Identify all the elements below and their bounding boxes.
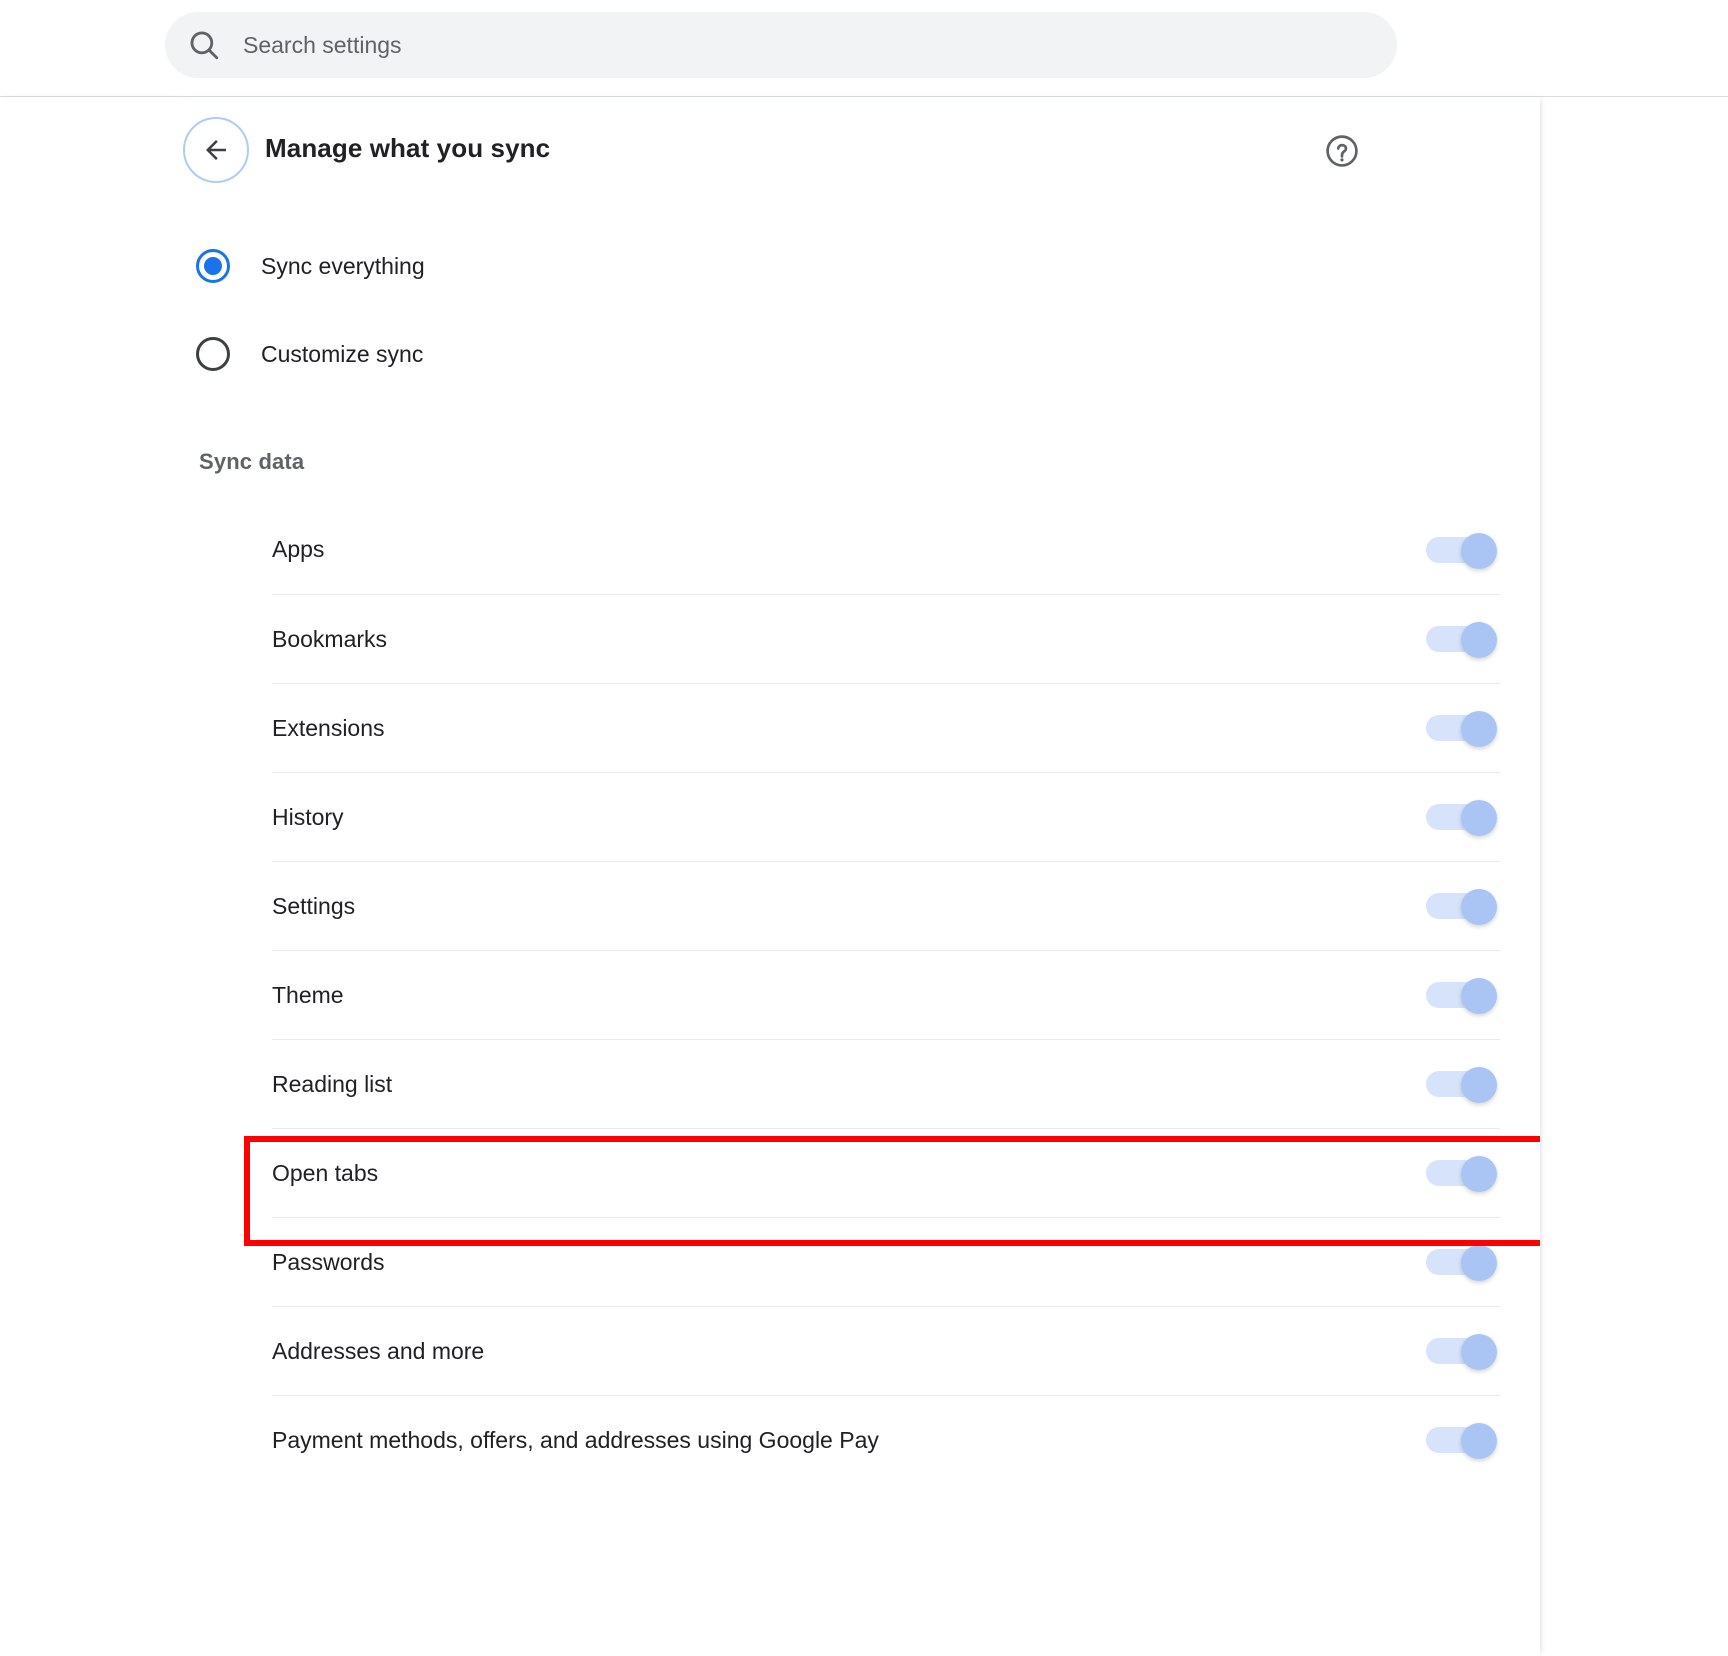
toggle-knob <box>1461 1423 1497 1459</box>
help-circle-icon <box>1326 135 1358 167</box>
radio-label-sync-everything: Sync everything <box>261 252 425 279</box>
sync-data-row: Addresses and more <box>272 1306 1500 1395</box>
radio-unselected-icon <box>196 337 230 371</box>
sync-data-toggle[interactable] <box>1426 532 1497 569</box>
sync-data-toggle[interactable] <box>1426 889 1497 925</box>
sync-data-row-label: Theme <box>272 981 344 1008</box>
toggle-knob <box>1461 1156 1497 1192</box>
sync-data-row: Bookmarks <box>272 594 1500 683</box>
toggle-knob <box>1461 978 1497 1014</box>
sync-data-row-label: Passwords <box>272 1248 385 1275</box>
sync-data-row-label: Bookmarks <box>272 625 388 652</box>
sync-data-row-label: Extensions <box>272 714 385 741</box>
sync-data-toggle[interactable] <box>1426 978 1497 1014</box>
sync-data-row: Reading list <box>272 1039 1500 1128</box>
toggle-knob <box>1461 800 1497 836</box>
sync-data-toggle[interactable] <box>1426 1423 1497 1459</box>
sync-data-row-label: Apps <box>272 536 325 562</box>
toggle-knob <box>1461 622 1497 658</box>
page-title: Manage what you sync <box>265 133 551 163</box>
sync-data-row-label: Reading list <box>272 1070 393 1097</box>
toggle-knob <box>1461 532 1497 569</box>
radio-label-customize-sync: Customize sync <box>261 340 424 367</box>
sync-data-row: History <box>272 772 1500 861</box>
sync-data-row: Theme <box>272 950 1500 1039</box>
settings-nav-rail <box>0 97 178 1656</box>
help-button[interactable] <box>1323 132 1361 170</box>
manage-sync-card: Manage what you sync Sync everything Cus… <box>178 97 1540 1656</box>
toggle-knob <box>1461 1334 1497 1370</box>
search-box[interactable] <box>165 12 1397 78</box>
toggle-knob <box>1461 711 1497 747</box>
search-input[interactable] <box>243 31 1143 59</box>
subpage-header: Manage what you sync <box>178 105 1540 193</box>
search-icon <box>190 31 219 60</box>
back-button[interactable] <box>183 117 249 183</box>
sync-data-toggle[interactable] <box>1426 800 1497 836</box>
sync-data-row-label: Settings <box>272 892 356 919</box>
sync-data-row-label: Payment methods, offers, and addresses u… <box>272 1426 879 1453</box>
sync-data-row: Extensions <box>272 683 1500 772</box>
sync-data-toggle[interactable] <box>1426 1334 1497 1370</box>
toggle-knob <box>1461 889 1497 925</box>
radio-customize-sync[interactable]: Customize sync <box>196 330 423 378</box>
sync-data-toggle[interactable] <box>1426 622 1497 658</box>
sync-data-row: Passwords <box>272 1217 1500 1306</box>
sync-data-row: Open tabs <box>272 1128 1500 1217</box>
sync-data-toggle[interactable] <box>1426 1245 1497 1281</box>
sync-data-row: Payment methods, offers, and addresses u… <box>272 1395 1500 1484</box>
radio-selected-icon <box>196 249 230 283</box>
settings-toolbar <box>0 0 1728 97</box>
sync-data-row-label: History <box>272 803 344 830</box>
sync-data-row: Settings <box>272 861 1500 950</box>
radio-sync-everything[interactable]: Sync everything <box>196 242 425 290</box>
toggle-knob <box>1461 1067 1497 1103</box>
arrow-left-icon <box>206 140 226 160</box>
sync-data-heading: Sync data <box>199 449 305 474</box>
sync-data-row-label: Addresses and more <box>272 1337 485 1364</box>
sync-data-row-label: Open tabs <box>272 1159 379 1186</box>
sync-data-toggle[interactable] <box>1426 1156 1497 1192</box>
settings-page-body: Manage what you sync Sync everything Cus… <box>0 97 1728 1656</box>
sync-data-list: Apps Bookmarks Extensions History Settings Th… <box>272 505 1500 1484</box>
toggle-knob <box>1461 1245 1497 1281</box>
sync-data-row: Apps <box>272 505 1500 594</box>
sync-data-toggle[interactable] <box>1426 1067 1497 1103</box>
page-right-gutter <box>1540 97 1728 1656</box>
sync-data-toggle[interactable] <box>1426 711 1497 747</box>
